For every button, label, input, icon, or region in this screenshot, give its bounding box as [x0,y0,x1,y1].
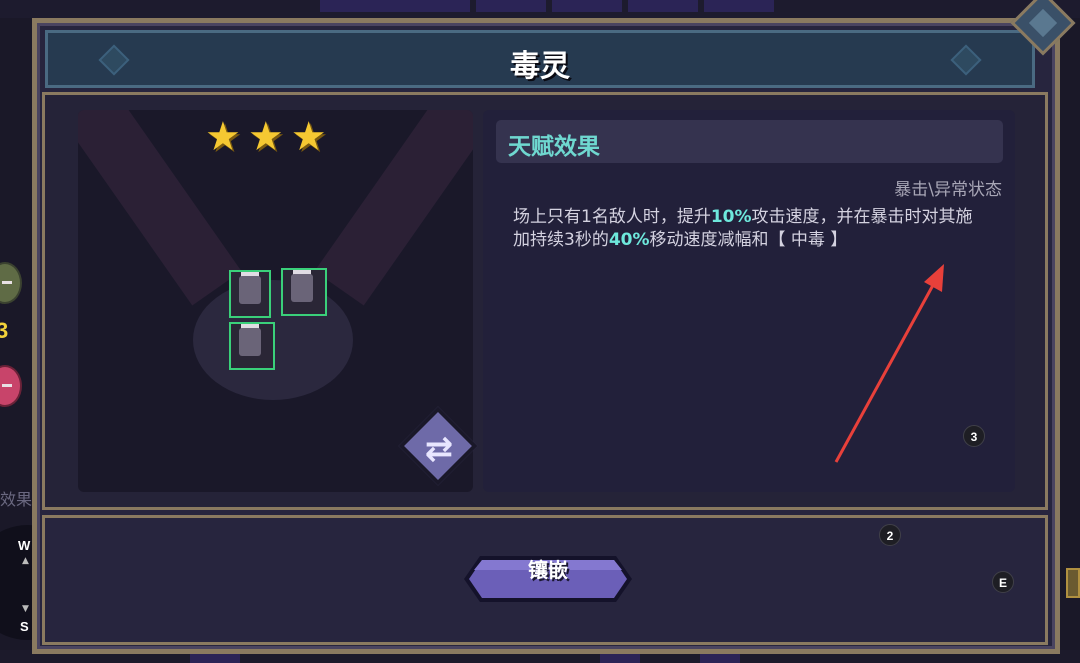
background-tile [704,0,774,12]
side-tab[interactable] [1066,568,1080,598]
green-orb-icon[interactable] [0,262,22,304]
key-s: S [20,619,29,634]
star-rating: ★ ★ ★ [205,117,327,157]
unit-sprite [229,322,275,370]
background-tile [600,654,640,663]
background-tile [552,0,622,12]
swap-icon[interactable]: ⇄ [414,424,464,474]
down-arrow-icon: ▼ [22,604,29,614]
background-tile [700,654,740,663]
desc-highlight: 40% [608,230,650,250]
background-tile [320,0,470,12]
talent-tags: 暴击\异常状态 [894,180,1002,200]
background-tile [476,0,546,12]
badge-2: 2 [879,524,901,546]
background-tile [628,0,698,12]
unit-sprite [229,270,271,318]
desc-text: 移动速度减幅和【 中毒 】 [649,230,848,250]
hud-count: 3 [0,318,9,343]
desc-highlight: 10% [710,207,752,227]
desc-text: 场上只有1名敌人时，提升 [513,207,711,227]
star-icon: ★ [205,114,241,160]
background-top-strip [0,0,1080,18]
hud-effect-label: 效果 [0,490,33,509]
spotlight-beam [314,110,473,306]
left-hud: 3 [0,230,28,430]
background-tile [190,654,240,663]
title-bar: 毒灵 [45,30,1035,88]
talent-title: 天赋效果 [508,134,600,160]
inlay-button[interactable]: 镶嵌 [462,554,634,604]
red-orb-icon[interactable] [0,365,22,407]
panel-title: 毒灵 [510,49,570,84]
star-icon: ★ [290,114,327,160]
unit-sprite [281,268,327,316]
key-e-badge: E [992,571,1014,593]
star-icon: ★ [247,114,284,160]
key-w: W [18,538,31,553]
red-arrow-annotation [834,264,944,463]
talent-description: 场上只有1名敌人时，提升10%攻击速度，并在暴击时对其施加持续3秒的40%移动速… [513,206,988,252]
up-arrow-icon: ▲ [22,556,29,566]
badge-3: 3 [963,425,985,447]
